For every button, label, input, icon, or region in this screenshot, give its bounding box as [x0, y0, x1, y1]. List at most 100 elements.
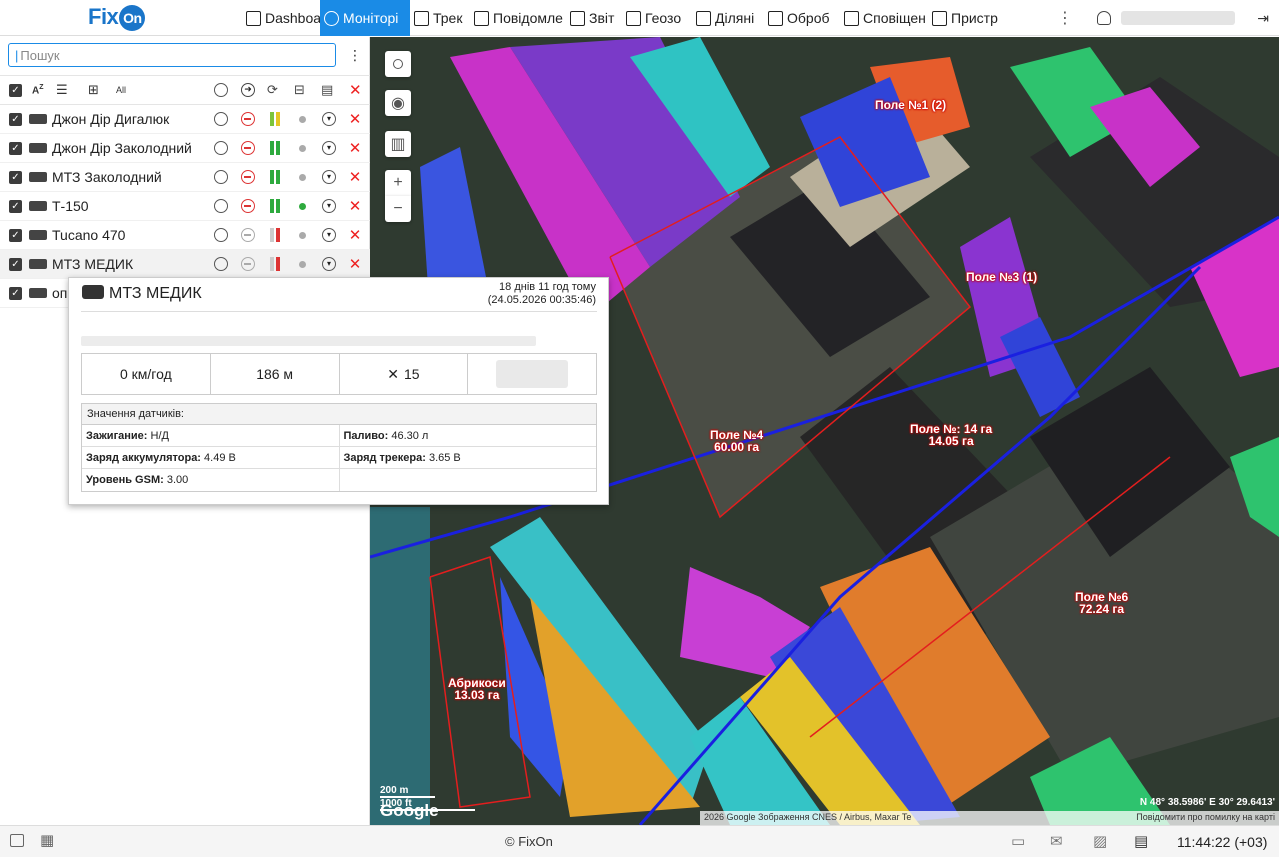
nav-tab-1[interactable]: Моніторі	[320, 0, 410, 36]
unit-checkbox[interactable]: ✓	[9, 170, 22, 184]
unit-checkbox[interactable]: ✓	[9, 228, 22, 242]
unit-row[interactable]: ✓ Т-150 ▾ ✕	[0, 192, 370, 221]
locate-icon[interactable]	[213, 198, 229, 214]
nav-tab-2[interactable]: Трек	[410, 0, 470, 36]
fixon-logo[interactable]: Fix On	[88, 4, 146, 32]
logout-icon[interactable]: ⇥	[1257, 10, 1269, 27]
connection-dot	[294, 169, 310, 185]
connection-icon[interactable]: ⟳	[267, 82, 278, 98]
nav-tab-7[interactable]: Оброб	[764, 0, 840, 36]
image-icon[interactable]: ▨	[1093, 832, 1107, 850]
stop-icon[interactable]	[240, 111, 256, 127]
zoom-out-button[interactable]: −	[385, 196, 411, 222]
remove-icon[interactable]: ✕	[347, 111, 363, 128]
truck-icon	[932, 10, 947, 26]
sensor-key: Паливо:	[343, 430, 389, 442]
clipboard-icon[interactable]: ▤	[321, 82, 333, 98]
unit-checkbox[interactable]: ✓	[9, 257, 22, 271]
sensor-cell	[340, 469, 597, 491]
nav-tab-6[interactable]: Ділянi	[692, 0, 764, 36]
sensor-value: 3.00	[166, 474, 189, 486]
stop-icon[interactable]	[240, 140, 256, 156]
list-toolbar: ✓ AZ ☰ ⊞ All ➜ ⟳ ⊟ ▤ ✕	[0, 75, 370, 105]
grid-layout-icon[interactable]: ▦	[40, 831, 54, 849]
status-bars-icon	[267, 256, 283, 272]
field-label: Поле №1 (2)	[875, 98, 947, 112]
zoom-in-button[interactable]: +	[385, 170, 411, 196]
remove-all-icon[interactable]: ✕	[349, 81, 362, 99]
sort-az-icon[interactable]: AZ	[32, 84, 44, 96]
vehicle-icon	[29, 114, 47, 124]
unit-name: оп	[52, 285, 68, 301]
unit-info-popup: МТЗ МЕДИК 18 днів 11 год тому (24.05.202…	[68, 277, 609, 505]
search-menu-icon[interactable]: ⋮	[348, 47, 362, 64]
user-icon[interactable]	[1097, 11, 1111, 25]
stop-icon[interactable]	[240, 198, 256, 214]
search-input[interactable]: | Пошук	[8, 43, 336, 67]
select-all-checkbox[interactable]: ✓	[9, 83, 22, 97]
sensor-cell: Заряд аккумулятора: 4.49 В	[82, 447, 340, 468]
unit-checkbox[interactable]: ✓	[9, 141, 22, 155]
field-label: Поле №: 14 га 14.05 га	[910, 422, 993, 448]
list-icon[interactable]: ☰	[56, 82, 68, 98]
map-visibility-button[interactable]: ◉	[385, 90, 411, 116]
stop-icon[interactable]	[240, 169, 256, 185]
map-coordinates: N 48° 38.5986' E 30° 29.6413'	[1139, 797, 1275, 808]
locate-icon[interactable]	[213, 111, 229, 127]
unit-row[interactable]: ✓ Джон Дір Заколодний ▾ ✕	[0, 134, 370, 163]
sensor-value: 4.49 В	[204, 452, 236, 464]
locate-icon[interactable]	[213, 256, 229, 272]
commands-icon[interactable]: ➜	[241, 83, 255, 97]
mail-icon[interactable]: ✉	[1050, 832, 1063, 850]
messages-icon[interactable]: ▭	[1011, 832, 1025, 850]
unit-row[interactable]: ✓ МТЗ МЕДИК ▾ ✕	[0, 250, 370, 279]
remove-icon[interactable]: ✕	[347, 169, 363, 186]
unit-row[interactable]: ✓ МТЗ Заколодний ▾ ✕	[0, 163, 370, 192]
chevron-down-icon[interactable]: ▾	[321, 111, 337, 127]
nav-tab-4[interactable]: Звіт	[566, 0, 622, 36]
vehicle-icon	[29, 172, 47, 182]
more-menu-icon[interactable]: ⋮	[1057, 8, 1073, 28]
unit-checkbox[interactable]: ✓	[9, 112, 22, 126]
map-search-button[interactable]	[385, 51, 411, 77]
remove-icon[interactable]: ✕	[347, 227, 363, 244]
panel-layout-icon[interactable]	[10, 834, 24, 847]
sensor-row: Уровень GSM: 3.00	[82, 469, 596, 491]
connection-dot	[294, 111, 310, 127]
unit-name: МТЗ Заколодний	[52, 169, 162, 185]
map-layers-button[interactable]: ▥	[385, 131, 411, 157]
unit-checkbox[interactable]: ✓	[9, 199, 22, 213]
window-icon[interactable]: ▤	[1134, 832, 1148, 850]
all-units-icon[interactable]: All	[116, 85, 126, 95]
unit-checkbox[interactable]: ✓	[9, 286, 22, 300]
remove-icon[interactable]: ✕	[347, 256, 363, 273]
unit-row[interactable]: ✓ Джон Дір Дигалюк ▾ ✕	[0, 105, 370, 134]
stop-icon[interactable]	[240, 227, 256, 243]
remove-icon[interactable]: ✕	[347, 140, 363, 157]
unit-name: МТЗ МЕДИК	[52, 256, 134, 272]
nav-tab-5[interactable]: Геозо	[622, 0, 692, 36]
geofence-icon	[626, 10, 641, 26]
chevron-down-icon[interactable]: ▾	[321, 140, 337, 156]
chevron-down-icon[interactable]: ▾	[321, 256, 337, 272]
locate-icon[interactable]	[213, 169, 229, 185]
chevron-down-icon[interactable]: ▾	[321, 198, 337, 214]
add-group-icon[interactable]: ⊞	[88, 82, 99, 98]
chevron-down-icon[interactable]: ▾	[321, 227, 337, 243]
remove-icon[interactable]: ✕	[347, 198, 363, 215]
unit-name: Джон Дір Дигалюк	[52, 111, 170, 127]
locate-icon[interactable]	[213, 227, 229, 243]
sensor-cell: Зажигание: Н/Д	[82, 425, 340, 446]
nav-tab-9[interactable]: Пристр	[928, 0, 1006, 36]
sensor-cell: Уровень GSM: 3.00	[82, 469, 340, 491]
locate-all-icon[interactable]	[214, 83, 228, 97]
stop-icon[interactable]	[240, 256, 256, 272]
username-blurred	[1121, 11, 1235, 25]
nav-tab-0[interactable]: Dashboa	[242, 0, 320, 36]
chevron-down-icon[interactable]: ▾	[321, 169, 337, 185]
nav-tab-3[interactable]: Повідомле	[470, 0, 566, 36]
locate-icon[interactable]	[213, 140, 229, 156]
unit-row[interactable]: ✓ Tucano 470 ▾ ✕	[0, 221, 370, 250]
network-icon[interactable]: ⊟	[294, 82, 305, 98]
nav-tab-8[interactable]: Сповіщен	[840, 0, 928, 36]
